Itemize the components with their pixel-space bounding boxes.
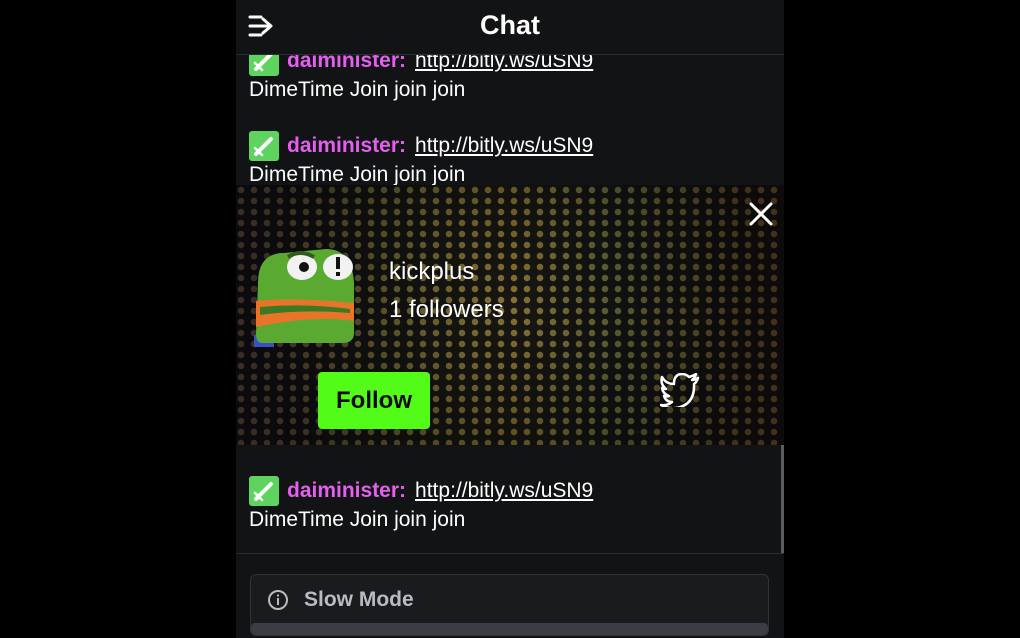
chat-message-text: DimeTime Join join join (249, 78, 466, 101)
chat-header: Chat (236, 0, 784, 55)
chat-title: Chat (480, 10, 540, 40)
chat-message-text: DimeTime Join join join (249, 508, 466, 531)
follow-button[interactable]: Follow (318, 372, 430, 429)
chat-panel: Chat daiminister: http://bitly.ws/uSN9 D… (236, 0, 784, 638)
chat-scrollbar[interactable] (781, 445, 784, 553)
chat-message: daiminister: http://bitly.ws/uSN9 DimeTi… (249, 131, 769, 189)
chat-divider (236, 553, 784, 554)
chat-username[interactable]: daiminister (287, 477, 399, 505)
chat-colon: : (399, 479, 407, 502)
slow-mode-banner: Slow Mode (250, 574, 769, 636)
chat-link[interactable]: http://bitly.ws/uSN9 (415, 477, 593, 505)
chat-message: daiminister: http://bitly.ws/uSN9 DimeTi… (249, 476, 769, 534)
card-follower-count: 1 followers (389, 296, 504, 323)
twitter-icon[interactable] (660, 373, 700, 407)
chat-colon: : (399, 134, 407, 157)
slow-mode-label: Slow Mode (304, 588, 414, 611)
info-icon (268, 590, 288, 610)
sword-badge-icon (249, 476, 279, 506)
card-username: kickplus (389, 258, 475, 285)
close-icon[interactable] (746, 199, 776, 229)
chat-link[interactable]: http://bitly.ws/uSN9 (415, 132, 593, 160)
user-profile-card: kickplus 1 followers Follow (236, 185, 784, 445)
chat-input[interactable] (251, 623, 768, 635)
sword-badge-icon (249, 131, 279, 161)
frog-avatar[interactable] (254, 243, 358, 347)
chat-username[interactable]: daiminister (287, 132, 399, 160)
